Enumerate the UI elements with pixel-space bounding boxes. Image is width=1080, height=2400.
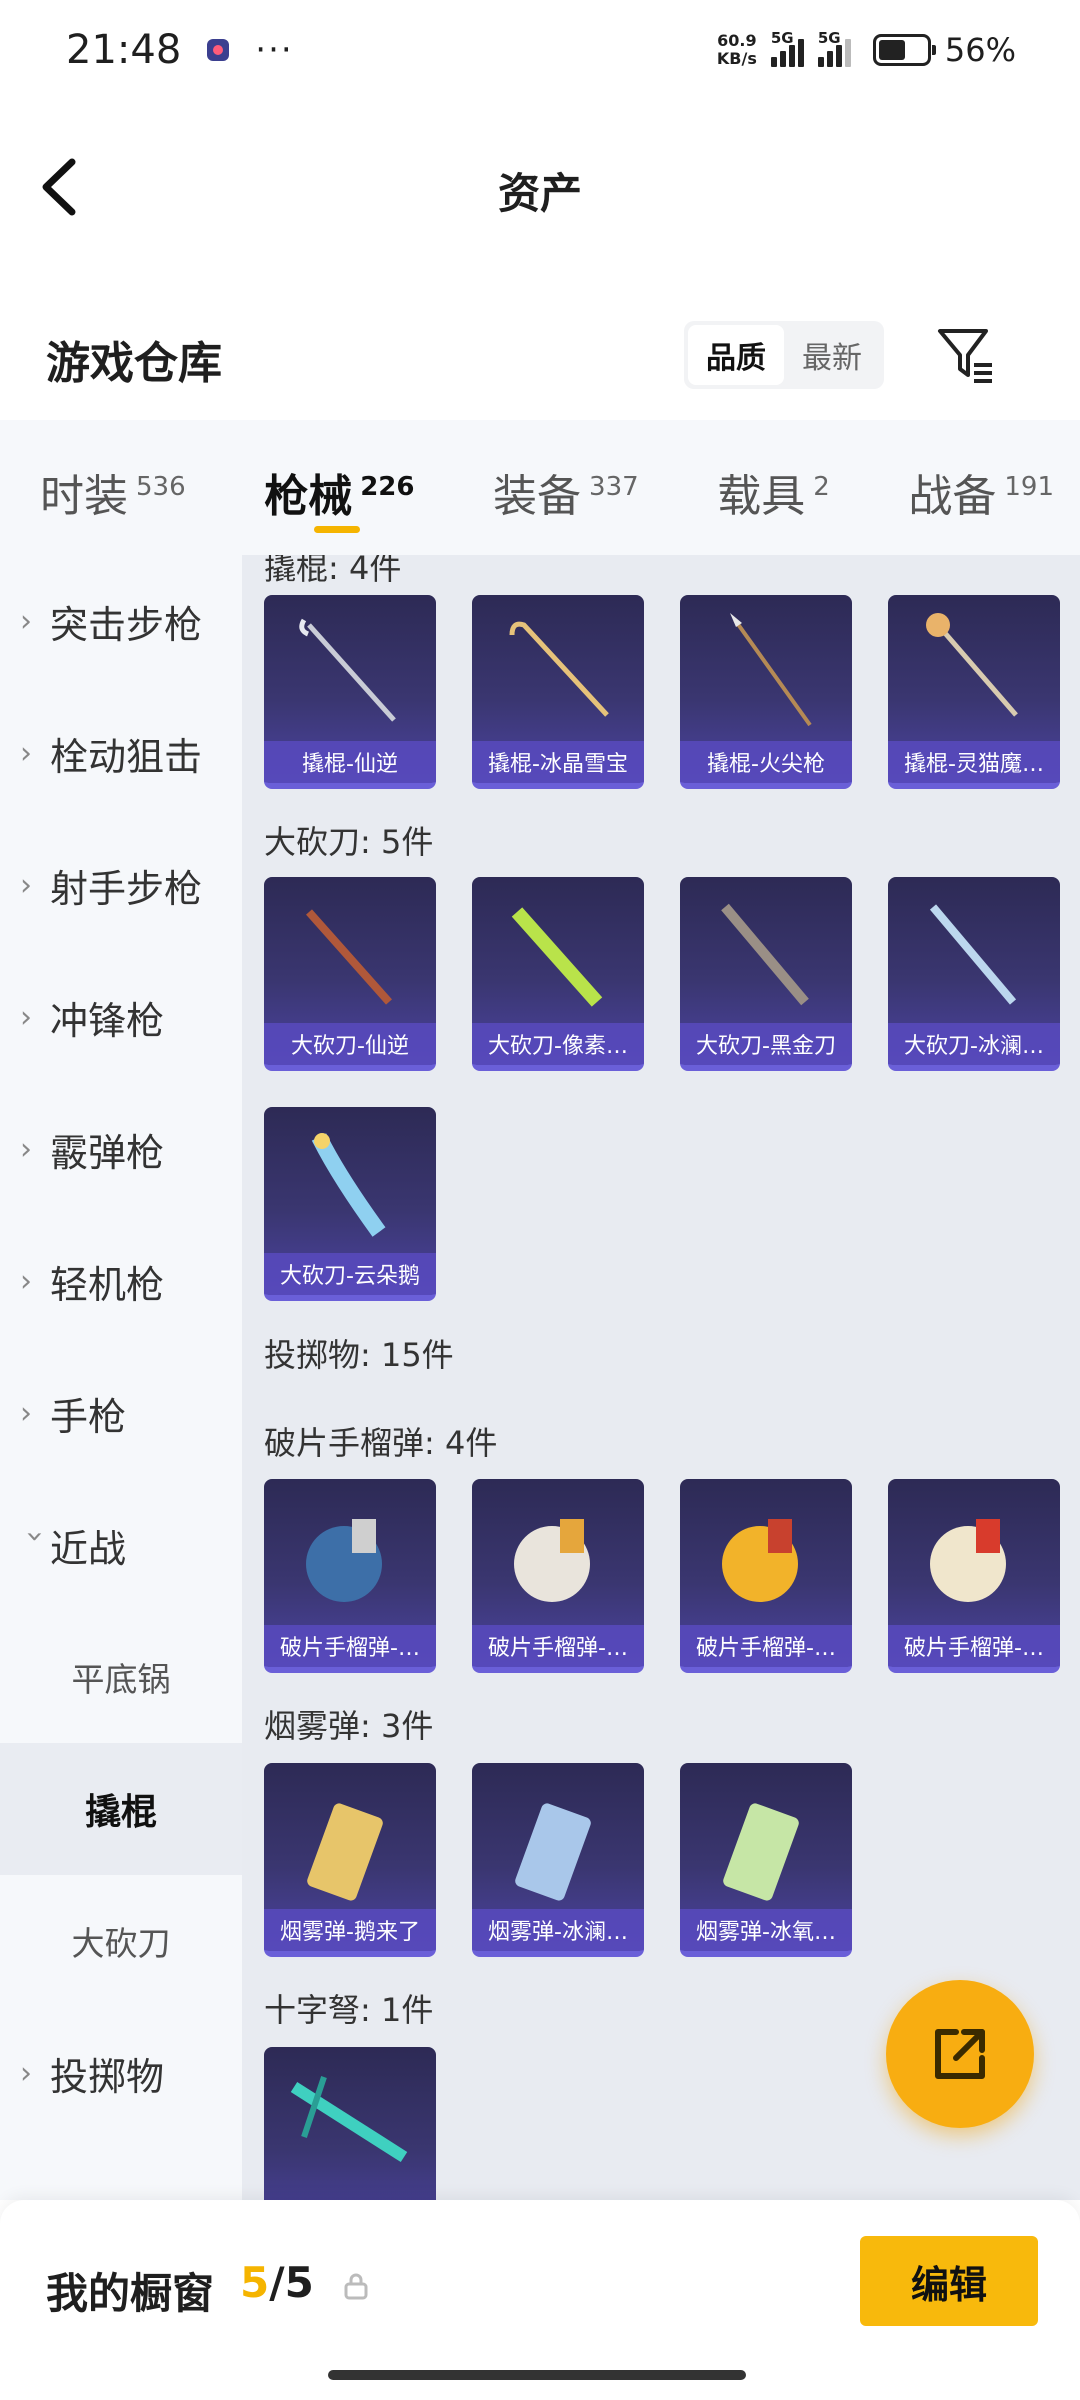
chevron-right-icon: ›	[20, 1395, 32, 1431]
showcase-bar: 我的橱窗 5/5 编辑	[0, 2200, 1080, 2400]
group-header-crossbow: 十字弩: 1件	[264, 1991, 434, 2029]
item-card[interactable]: 大砍刀-冰澜…	[888, 877, 1060, 1071]
group-header-smoke: 烟雾弹: 3件	[264, 1707, 434, 1745]
signal-icon: 5G	[817, 29, 851, 67]
sidebar-item-machete[interactable]: 大砍刀	[0, 1875, 242, 2007]
sort-newest-button[interactable]: 最新	[784, 325, 880, 385]
battery-level: 56%	[944, 31, 1016, 69]
warehouse-toolbar: 游戏仓库 品质 最新	[0, 305, 1080, 405]
machete-icon	[306, 909, 392, 1005]
spear-icon	[730, 613, 812, 727]
item-card[interactable]: 破片手榴弹-…	[264, 1479, 436, 1673]
item-grid: 撬棍: 4件 撬棍-仙逆 撬棍-冰晶雪宝 撬棍-火尖枪 撬棍-灵猫魔… 大砍刀:…	[242, 555, 1080, 2200]
tab-vehicles[interactable]: 载具 2	[717, 420, 830, 555]
share-icon	[935, 2029, 985, 2079]
grenade-icon	[306, 1519, 382, 1602]
item-card[interactable]: 大砍刀-黑金刀	[680, 877, 852, 1071]
filter-button[interactable]	[934, 323, 998, 387]
item-card[interactable]: 撬棍-灵猫魔…	[888, 595, 1060, 789]
sidebar-item-smg[interactable]: › 冲锋枪	[0, 951, 242, 1083]
tab-supplies[interactable]: 战备 191	[908, 420, 1054, 555]
chevron-right-icon: ›	[20, 1131, 32, 1167]
sidebar-item-pan[interactable]: 平底锅	[0, 1611, 242, 1743]
item-card[interactable]: 破片手榴弹-…	[472, 1479, 644, 1673]
app-notification-icon	[207, 39, 230, 61]
sort-quality-button[interactable]: 品质	[688, 325, 784, 385]
sidebar-item-melee[interactable]: › 近战	[0, 1479, 242, 1611]
machete-icon	[511, 907, 603, 1007]
machete-icon	[721, 903, 809, 1006]
sidebar-item-assault-rifle[interactable]: › 突击步枪	[0, 555, 242, 687]
item-card[interactable]	[264, 2047, 436, 2200]
sidebar-item-lmg[interactable]: › 轻机枪	[0, 1215, 242, 1347]
chevron-right-icon: ›	[20, 867, 32, 903]
item-card[interactable]: 烟雾弹-冰氧…	[680, 1763, 852, 1957]
share-button[interactable]	[886, 1980, 1034, 2128]
item-card[interactable]: 烟雾弹-鹅来了	[264, 1763, 436, 1957]
tab-firearms[interactable]: 枪械 226	[264, 420, 414, 555]
item-card[interactable]: 破片手榴弹-…	[680, 1479, 852, 1673]
machete-icon	[929, 904, 1017, 1005]
chevron-right-icon: ›	[20, 735, 32, 771]
crowbar-icon	[299, 618, 396, 722]
network-speed: 60.9 KB/s	[716, 31, 757, 68]
item-card[interactable]: 撬棍-仙逆	[264, 595, 436, 789]
group-header-frag: 破片手榴弹: 4件	[264, 1424, 498, 1462]
signal-icon: 5G	[770, 29, 804, 67]
sidebar-item-crowbar[interactable]: 撬棍	[0, 1743, 242, 1875]
category-tabs: 时装 536 枪械 226 装备 337 载具 2 战备 191	[0, 420, 1080, 555]
lock-icon	[344, 2273, 368, 2300]
smoke-grenade-icon	[723, 1803, 799, 1901]
page-title: 资产	[497, 169, 582, 218]
machete-icon	[311, 1133, 386, 1237]
edit-button[interactable]: 编辑	[860, 2236, 1038, 2326]
showcase-count: 5/5	[240, 2258, 314, 2307]
group-header-throwables: 投掷物: 15件	[264, 1336, 454, 1374]
item-card[interactable]: 大砍刀-像素…	[472, 877, 644, 1071]
smoke-grenade-icon	[307, 1803, 383, 1901]
tab-fashion[interactable]: 时装 536	[40, 420, 186, 555]
tab-equipment[interactable]: 装备 337	[493, 420, 639, 555]
weapon-category-sidebar: › 突击步枪 › 栓动狙击 › 射手步枪 › 冲锋枪 › 霰弹枪 › 轻机枪 › 手枪 › 近战…	[0, 555, 242, 2200]
status-bar: 21:48 ··· 60.9 KB/s 5G 5G 56%	[0, 0, 1080, 100]
chevron-down-icon: ›	[17, 1530, 53, 1542]
home-indicator[interactable]	[328, 2370, 746, 2380]
sidebar-item-bolt-sniper[interactable]: › 栓动狙击	[0, 687, 242, 819]
grenade-icon	[930, 1519, 1006, 1602]
crowbar-icon	[509, 621, 609, 717]
sidebar-item-shotgun[interactable]: › 霰弹枪	[0, 1083, 242, 1215]
item-card[interactable]: 撬棍-冰晶雪宝	[472, 595, 644, 789]
sidebar-item-throwables[interactable]: › 投掷物	[0, 2007, 242, 2139]
chevron-right-icon: ›	[20, 1263, 32, 1299]
chevron-right-icon: ›	[20, 603, 32, 639]
item-card[interactable]: 破片手榴弹-…	[888, 1479, 1060, 1673]
group-header-machete: 大砍刀: 5件	[264, 823, 434, 861]
chevron-right-icon: ›	[20, 999, 32, 1035]
item-card[interactable]: 烟雾弹-冰澜…	[472, 1763, 644, 1957]
showcase-title: 我的橱窗	[46, 2269, 215, 2318]
sort-toggle: 品质 最新	[684, 321, 884, 389]
filter-icon	[938, 329, 992, 383]
sidebar-item-pistol[interactable]: › 手枪	[0, 1347, 242, 1479]
warehouse-title: 游戏仓库	[46, 338, 222, 389]
item-card[interactable]: 撬棍-火尖枪	[680, 595, 852, 789]
item-card[interactable]: 大砍刀-云朵鹅	[264, 1107, 436, 1301]
header: 资产	[0, 130, 1080, 250]
group-header-crowbar: 撬棍: 4件	[264, 555, 402, 587]
scepter-icon	[926, 613, 1018, 717]
battery-icon	[872, 34, 936, 66]
grenade-icon	[722, 1519, 798, 1602]
more-notifications-icon: ···	[255, 30, 294, 70]
smoke-grenade-icon	[515, 1803, 591, 1901]
status-time: 21:48	[66, 27, 182, 73]
crossbow-icon	[290, 2076, 408, 2163]
item-card[interactable]: 大砍刀-仙逆	[264, 877, 436, 1071]
chevron-right-icon: ›	[20, 2055, 32, 2091]
grenade-icon	[514, 1519, 590, 1602]
sidebar-item-marksman-rifle[interactable]: › 射手步枪	[0, 819, 242, 951]
